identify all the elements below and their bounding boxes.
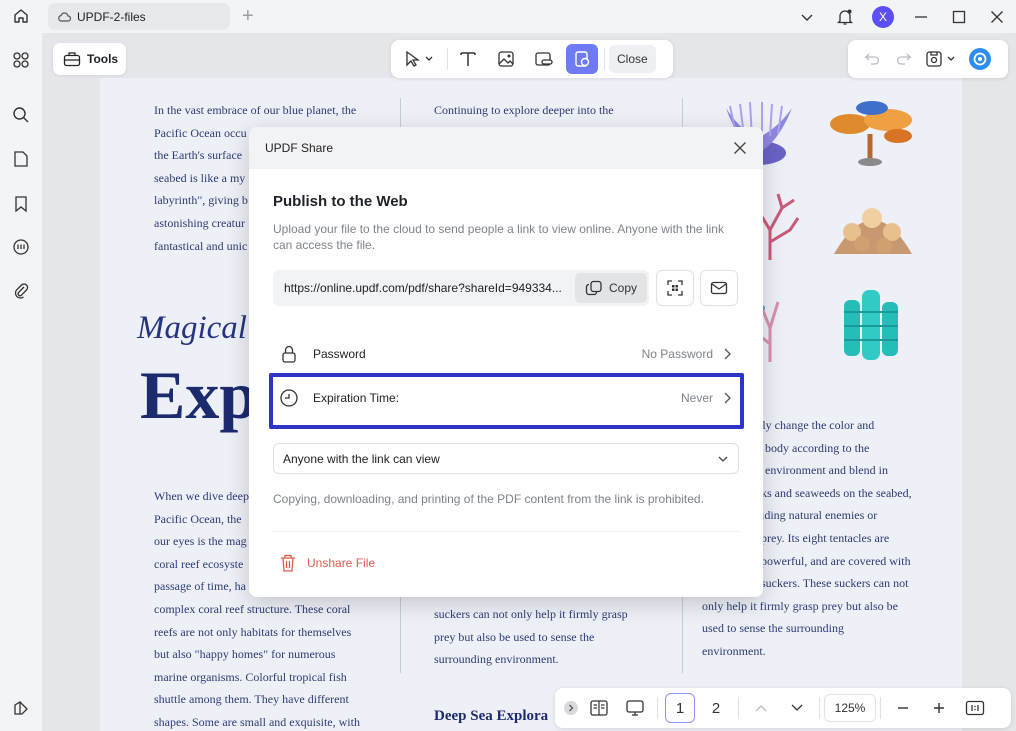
publish-description: Upload your file to the cloud to send pe… <box>273 222 724 252</box>
link-tool-icon[interactable] <box>528 44 560 74</box>
page-1-button[interactable]: 1 <box>665 693 695 723</box>
text-column-2-bottom: suckers can not only help it firmly gras… <box>434 607 628 667</box>
permissions-note: Copying, downloading, and printing of th… <box>273 492 704 506</box>
lock-icon <box>277 344 301 364</box>
minimize-icon[interactable] <box>902 0 940 33</box>
document-tab[interactable]: UPDF-2-files <box>48 3 230 30</box>
dialog-header: UPDF Share <box>249 127 763 169</box>
ai-assistant-icon[interactable] <box>964 44 996 74</box>
tools-label: Tools <box>87 52 119 66</box>
actual-size-icon[interactable] <box>957 693 993 723</box>
bookmark-icon[interactable] <box>9 192 33 216</box>
divider <box>273 531 739 532</box>
unshare-file-button[interactable]: Unshare File <box>279 553 375 573</box>
next-page-icon[interactable] <box>779 693 815 723</box>
tab-title: UPDF-2-files <box>77 9 146 24</box>
copy-button[interactable]: Copy <box>575 273 647 303</box>
cloud-icon <box>57 11 71 23</box>
heading-deep-sea: Deep Sea Explora <box>434 708 549 724</box>
dialog-title: UPDF Share <box>265 141 334 155</box>
edit-toolbar: Close <box>391 40 673 78</box>
share-link-text: https://online.updf.com/pdf/share?shareI… <box>284 281 562 295</box>
page-2-button[interactable]: 2 <box>701 693 731 723</box>
text-tool-icon[interactable] <box>452 44 484 74</box>
zoom-out-icon[interactable] <box>885 693 921 723</box>
unshare-label: Unshare File <box>307 556 376 570</box>
notification-icon[interactable] <box>826 0 864 33</box>
share-link-field[interactable]: https://online.updf.com/pdf/share?shareI… <box>273 270 649 306</box>
new-tab-icon[interactable]: + <box>242 6 254 26</box>
close-icon[interactable] <box>729 137 751 159</box>
redo-icon[interactable] <box>888 44 920 74</box>
maximize-icon[interactable] <box>940 0 978 33</box>
heading-exploration: Exp <box>140 357 258 433</box>
read-mode-icon[interactable] <box>581 693 617 723</box>
select-tool-icon[interactable] <box>397 44 441 74</box>
publish-title: Publish to the Web <box>273 193 408 210</box>
home-icon[interactable] <box>8 4 34 28</box>
qr-code-button[interactable] <box>656 270 694 306</box>
thumbnails-icon[interactable] <box>9 48 33 72</box>
undo-icon[interactable] <box>856 44 888 74</box>
title-bar: UPDF-2-files + X <box>0 0 1016 33</box>
password-row[interactable]: Password No Password <box>273 332 741 376</box>
email-button[interactable] <box>700 270 738 306</box>
coral-image-brown-dome <box>830 196 916 263</box>
heading-magical: Magical <box>137 310 247 346</box>
share-tool-icon[interactable] <box>566 44 598 74</box>
password-value: No Password <box>641 347 713 361</box>
close-edit-button[interactable]: Close <box>609 45 656 73</box>
text-column-2-top: Continuing to explore deeper into the <box>434 103 614 117</box>
collapse-icon[interactable] <box>561 693 581 723</box>
chevron-right-icon <box>723 348 731 360</box>
page-navigation-bar: 1 2 125% <box>555 688 1011 728</box>
mail-icon <box>710 281 728 295</box>
search-icon[interactable] <box>9 103 33 127</box>
chevron-down-icon <box>718 455 728 463</box>
access-permission-select[interactable]: Anyone with the link can view <box>273 443 739 474</box>
tools-button[interactable]: Tools <box>53 43 126 75</box>
access-option: Anyone with the link can view <box>283 451 440 466</box>
layers-icon[interactable] <box>9 696 33 720</box>
presentation-icon[interactable] <box>617 693 653 723</box>
coral-image-teal <box>836 286 906 371</box>
password-label: Password <box>313 347 366 361</box>
chevron-down-icon[interactable] <box>788 0 826 33</box>
history-toolbar <box>848 40 1008 78</box>
pages-icon[interactable] <box>9 147 33 171</box>
zoom-in-icon[interactable] <box>921 693 957 723</box>
previous-page-icon[interactable] <box>743 693 779 723</box>
left-sidebar <box>0 33 42 731</box>
toolbox-icon <box>63 51 81 67</box>
user-avatar[interactable]: X <box>864 0 902 33</box>
comments-icon[interactable] <box>9 235 33 259</box>
image-tool-icon[interactable] <box>490 44 522 74</box>
copy-label: Copy <box>608 281 637 295</box>
share-dialog: UPDF Share Publish to the Web Upload you… <box>249 127 763 597</box>
trash-icon <box>279 553 297 573</box>
coral-image-orange-tree <box>828 96 918 173</box>
avatar: X <box>872 5 894 28</box>
zoom-level[interactable]: 125% <box>824 694 876 722</box>
highlight-box <box>269 373 744 429</box>
copy-icon <box>585 280 603 296</box>
save-icon[interactable] <box>920 44 964 74</box>
attachment-icon[interactable] <box>9 279 33 303</box>
qr-code-icon <box>667 280 683 296</box>
close-window-icon[interactable] <box>978 0 1016 33</box>
